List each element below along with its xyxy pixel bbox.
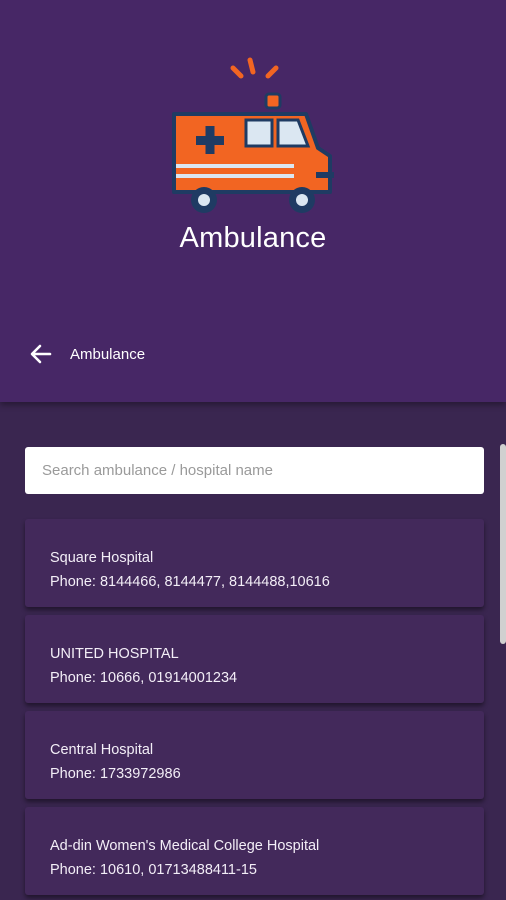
hospital-name: Ad-din Women's Medical College Hospital bbox=[50, 838, 320, 854]
hospital-name: UNITED HOSPITAL bbox=[50, 646, 179, 662]
hospital-list-screen: Square Hospital Phone: 8144466, 8144477,… bbox=[0, 402, 506, 900]
hospital-phone: Phone: 8144466, 8144477, 8144488,10616 bbox=[50, 574, 330, 590]
hospital-name: Central Hospital bbox=[50, 742, 154, 758]
hospital-phone: Phone: 1733972986 bbox=[50, 766, 181, 782]
ambulance-icon bbox=[172, 57, 334, 213]
hospital-phone: Phone: 10610, 01713488411-15 bbox=[50, 862, 257, 878]
app-title: Ambulance bbox=[179, 222, 327, 254]
hospital-card[interactable]: Ad-din Women's Medical College Hospital … bbox=[25, 807, 484, 895]
hospital-card[interactable]: Square Hospital Phone: 8144466, 8144477,… bbox=[25, 519, 484, 607]
search-box[interactable] bbox=[25, 447, 484, 494]
hospital-phone: Phone: 10666, 01914001234 bbox=[50, 670, 238, 686]
arrow-left-icon bbox=[30, 344, 52, 364]
hospital-name: Square Hospital bbox=[50, 550, 154, 566]
hospital-card[interactable]: UNITED HOSPITAL Phone: 10666, 0191400123… bbox=[25, 615, 484, 703]
back-button[interactable] bbox=[30, 340, 60, 368]
app-header: Ambulance Ambulance bbox=[0, 0, 506, 402]
hospital-card[interactable]: Central Hospital Phone: 1733972986 bbox=[25, 711, 484, 799]
toolbar: Ambulance bbox=[30, 340, 145, 368]
search-input[interactable] bbox=[40, 461, 469, 480]
scrollbar[interactable] bbox=[500, 444, 506, 644]
toolbar-title: Ambulance bbox=[70, 345, 146, 363]
